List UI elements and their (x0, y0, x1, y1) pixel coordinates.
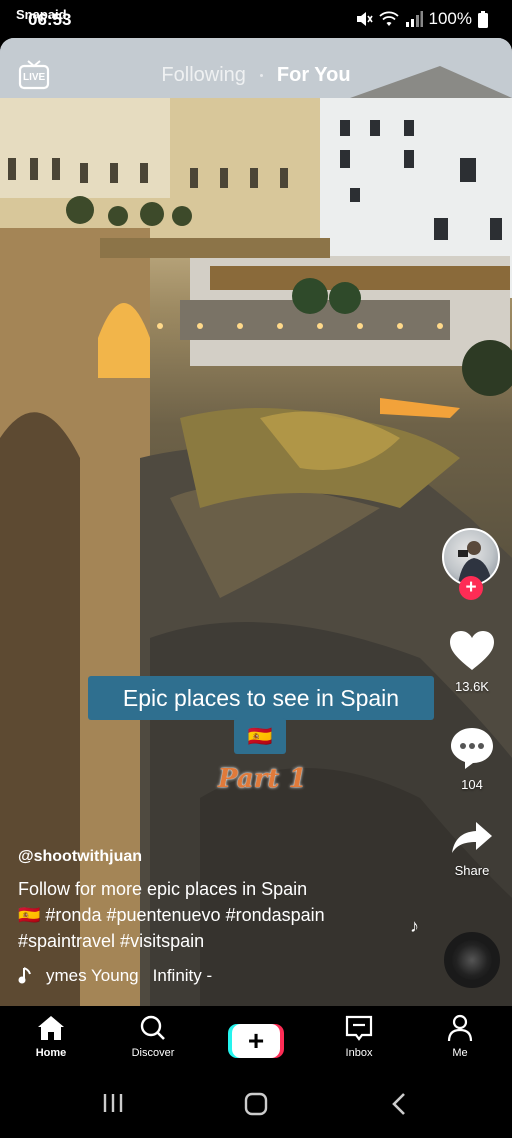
music-title-part-2: Infinity - (152, 966, 213, 985)
share-arrow-icon (452, 822, 492, 853)
floating-music-note-icon: ♪ (410, 916, 419, 936)
spain-flag: 🇪🇸 (247, 725, 273, 748)
system-nav-bar (0, 1070, 512, 1138)
tab-following[interactable]: Following (161, 64, 245, 87)
nav-inbox-label: Inbox (345, 1047, 373, 1059)
mute-icon (356, 12, 373, 26)
nav-home[interactable]: Home (11, 1014, 91, 1059)
back-icon[interactable] (390, 1092, 410, 1116)
post-info: @shootwithjuan Follow for more epic plac… (18, 848, 418, 954)
status-overlay-label: Snapaid (16, 7, 67, 22)
music-title-part-1: ymes Young (46, 966, 139, 985)
comment-icon (451, 728, 493, 769)
battery-percent: 100% (428, 9, 472, 28)
heart-icon (450, 631, 494, 670)
nav-discover[interactable]: Discover (113, 1014, 193, 1059)
follow-button[interactable]: + (459, 576, 483, 600)
signal-icon (405, 11, 423, 27)
post-description-line-2[interactable]: 🇪🇸 #ronda #puentenuevo #rondaspain (18, 902, 418, 928)
like-count: 13.6K (455, 679, 489, 694)
comment-button[interactable]: 104 (440, 726, 504, 792)
nav-me[interactable]: Me (420, 1014, 500, 1059)
post-description-line-3[interactable]: #spaintravel #visitspain (18, 928, 418, 954)
recent-apps-icon[interactable] (102, 1092, 124, 1114)
feed-tabs: Following For You (0, 60, 512, 90)
create-button[interactable]: + (228, 1024, 284, 1058)
profile-icon (447, 1014, 473, 1042)
share-label: Share (454, 863, 490, 878)
plus-icon: + (232, 1024, 280, 1058)
video-caption-sticker: Epic places to see in Spain (88, 676, 434, 720)
music-ticker[interactable]: ymes Young Infinity - (18, 966, 212, 986)
tab-separator (259, 73, 263, 77)
home-system-icon[interactable] (244, 1092, 268, 1116)
music-note-icon (18, 967, 31, 984)
music-disc[interactable] (444, 932, 500, 988)
nav-inbox[interactable]: Inbox (319, 1014, 399, 1059)
video-part-label: Part 1 (218, 764, 307, 794)
wifi-icon (378, 11, 399, 26)
battery-icon (478, 10, 488, 28)
creator-username[interactable]: @shootwithjuan (18, 848, 418, 866)
comment-count: 104 (461, 777, 483, 792)
tab-for-you[interactable]: For You (277, 64, 351, 87)
post-description-line-1: Follow for more epic places in Spain (18, 879, 308, 899)
nav-home-label: Home (35, 1047, 67, 1059)
status-bar: 06:53 Snapaid 100% (0, 0, 512, 38)
inbox-icon (345, 1015, 373, 1041)
video-flag-sticker: 🇪🇸 (234, 718, 286, 754)
share-button[interactable]: Share (440, 820, 504, 878)
search-icon (140, 1015, 165, 1040)
home-icon (38, 1016, 64, 1040)
bottom-nav: Home Discover + Inbox Me (0, 1006, 512, 1070)
nav-discover-label: Discover (131, 1047, 175, 1059)
status-icons: 100% (355, 9, 488, 29)
nav-me-label: Me (452, 1047, 468, 1059)
like-button[interactable]: 13.6K (440, 630, 504, 694)
